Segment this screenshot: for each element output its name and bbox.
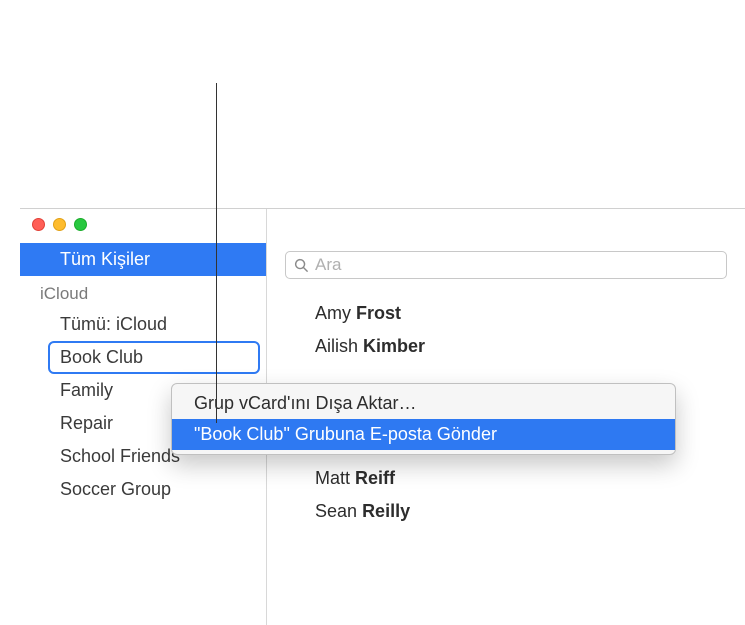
- sidebar-account-header: iCloud: [20, 276, 266, 308]
- search-field[interactable]: [285, 251, 727, 279]
- sidebar-all-contacts[interactable]: Tüm Kişiler: [20, 243, 266, 276]
- contact-row[interactable]: Amy Frost: [315, 297, 745, 330]
- window-controls: [32, 218, 87, 231]
- callout-line: [216, 83, 217, 423]
- context-menu: Grup vCard'ını Dışa Aktar… "Book Club" G…: [171, 383, 676, 455]
- minimize-button[interactable]: [53, 218, 66, 231]
- close-button[interactable]: [32, 218, 45, 231]
- contact-row[interactable]: Ailish Kimber: [315, 330, 745, 363]
- contact-row[interactable]: Matt Reiff: [315, 462, 745, 495]
- search-input[interactable]: [315, 255, 718, 275]
- sidebar-group-soccer[interactable]: Soccer Group: [20, 473, 266, 506]
- search-icon: [294, 258, 309, 273]
- maximize-button[interactable]: [74, 218, 87, 231]
- contact-row[interactable]: Sean Reilly: [315, 495, 745, 528]
- menu-item-export-vcard[interactable]: Grup vCard'ını Dışa Aktar…: [172, 388, 675, 419]
- sidebar-group-book-club[interactable]: Book Club: [20, 341, 266, 374]
- sidebar-group-all-icloud[interactable]: Tümü: iCloud: [20, 308, 266, 341]
- menu-item-email-group[interactable]: "Book Club" Grubuna E-posta Gönder: [172, 419, 675, 450]
